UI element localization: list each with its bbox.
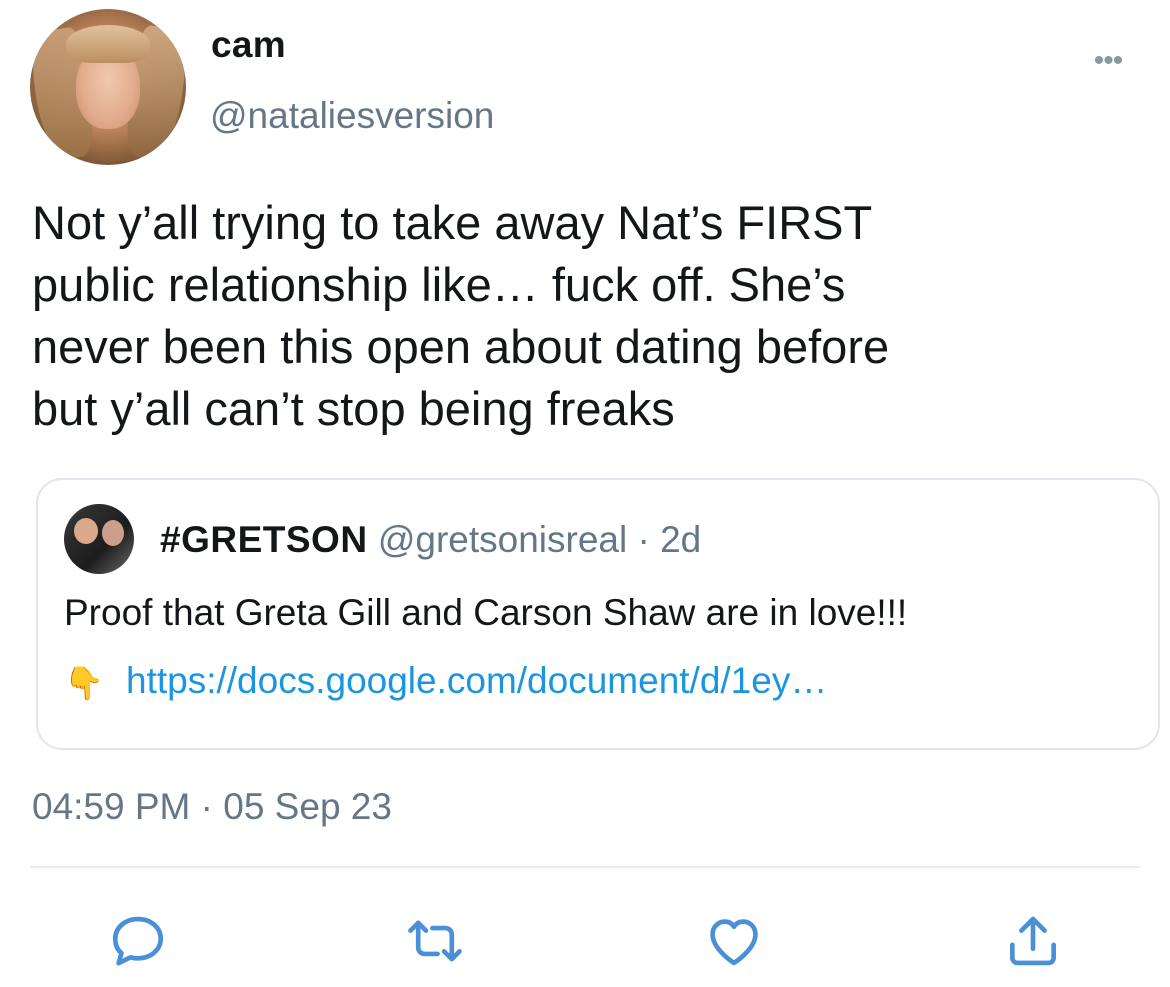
share-icon[interactable]: [1002, 910, 1064, 972]
like-icon[interactable]: [703, 910, 765, 972]
quoted-author-name[interactable]: #GRETSON: [160, 519, 368, 560]
quoted-time: 2d: [660, 519, 702, 560]
reply-icon[interactable]: [107, 910, 169, 972]
author-handle[interactable]: @nataliesversion: [210, 95, 494, 137]
retweet-icon[interactable]: [404, 910, 466, 972]
quoted-author-handle[interactable]: @gretsonisreal: [378, 519, 627, 560]
quoted-separator: ·: [637, 519, 650, 560]
quoted-link-line: 👇 https://docs.google.com/document/d/1ey…: [64, 660, 827, 702]
divider: [30, 866, 1140, 868]
quoted-author-avatar[interactable]: [64, 504, 134, 574]
author-avatar[interactable]: [30, 9, 186, 165]
tweet-timestamp[interactable]: 04:59 PM · 05 Sep 23: [32, 786, 392, 828]
more-options-icon[interactable]: •••: [1086, 44, 1130, 78]
quoted-link[interactable]: https://docs.google.com/document/d/1ey…: [126, 660, 827, 701]
pointing-down-icon: 👇: [64, 665, 104, 702]
tweet-text: Not y’all trying to take away Nat’s FIRS…: [32, 196, 890, 435]
quoted-tweet-text: Proof that Greta Gill and Carson Shaw ar…: [64, 592, 908, 633]
author-name[interactable]: cam: [211, 24, 286, 66]
quoted-tweet-header: #GRETSON @gretsonisreal · 2d: [160, 519, 701, 561]
